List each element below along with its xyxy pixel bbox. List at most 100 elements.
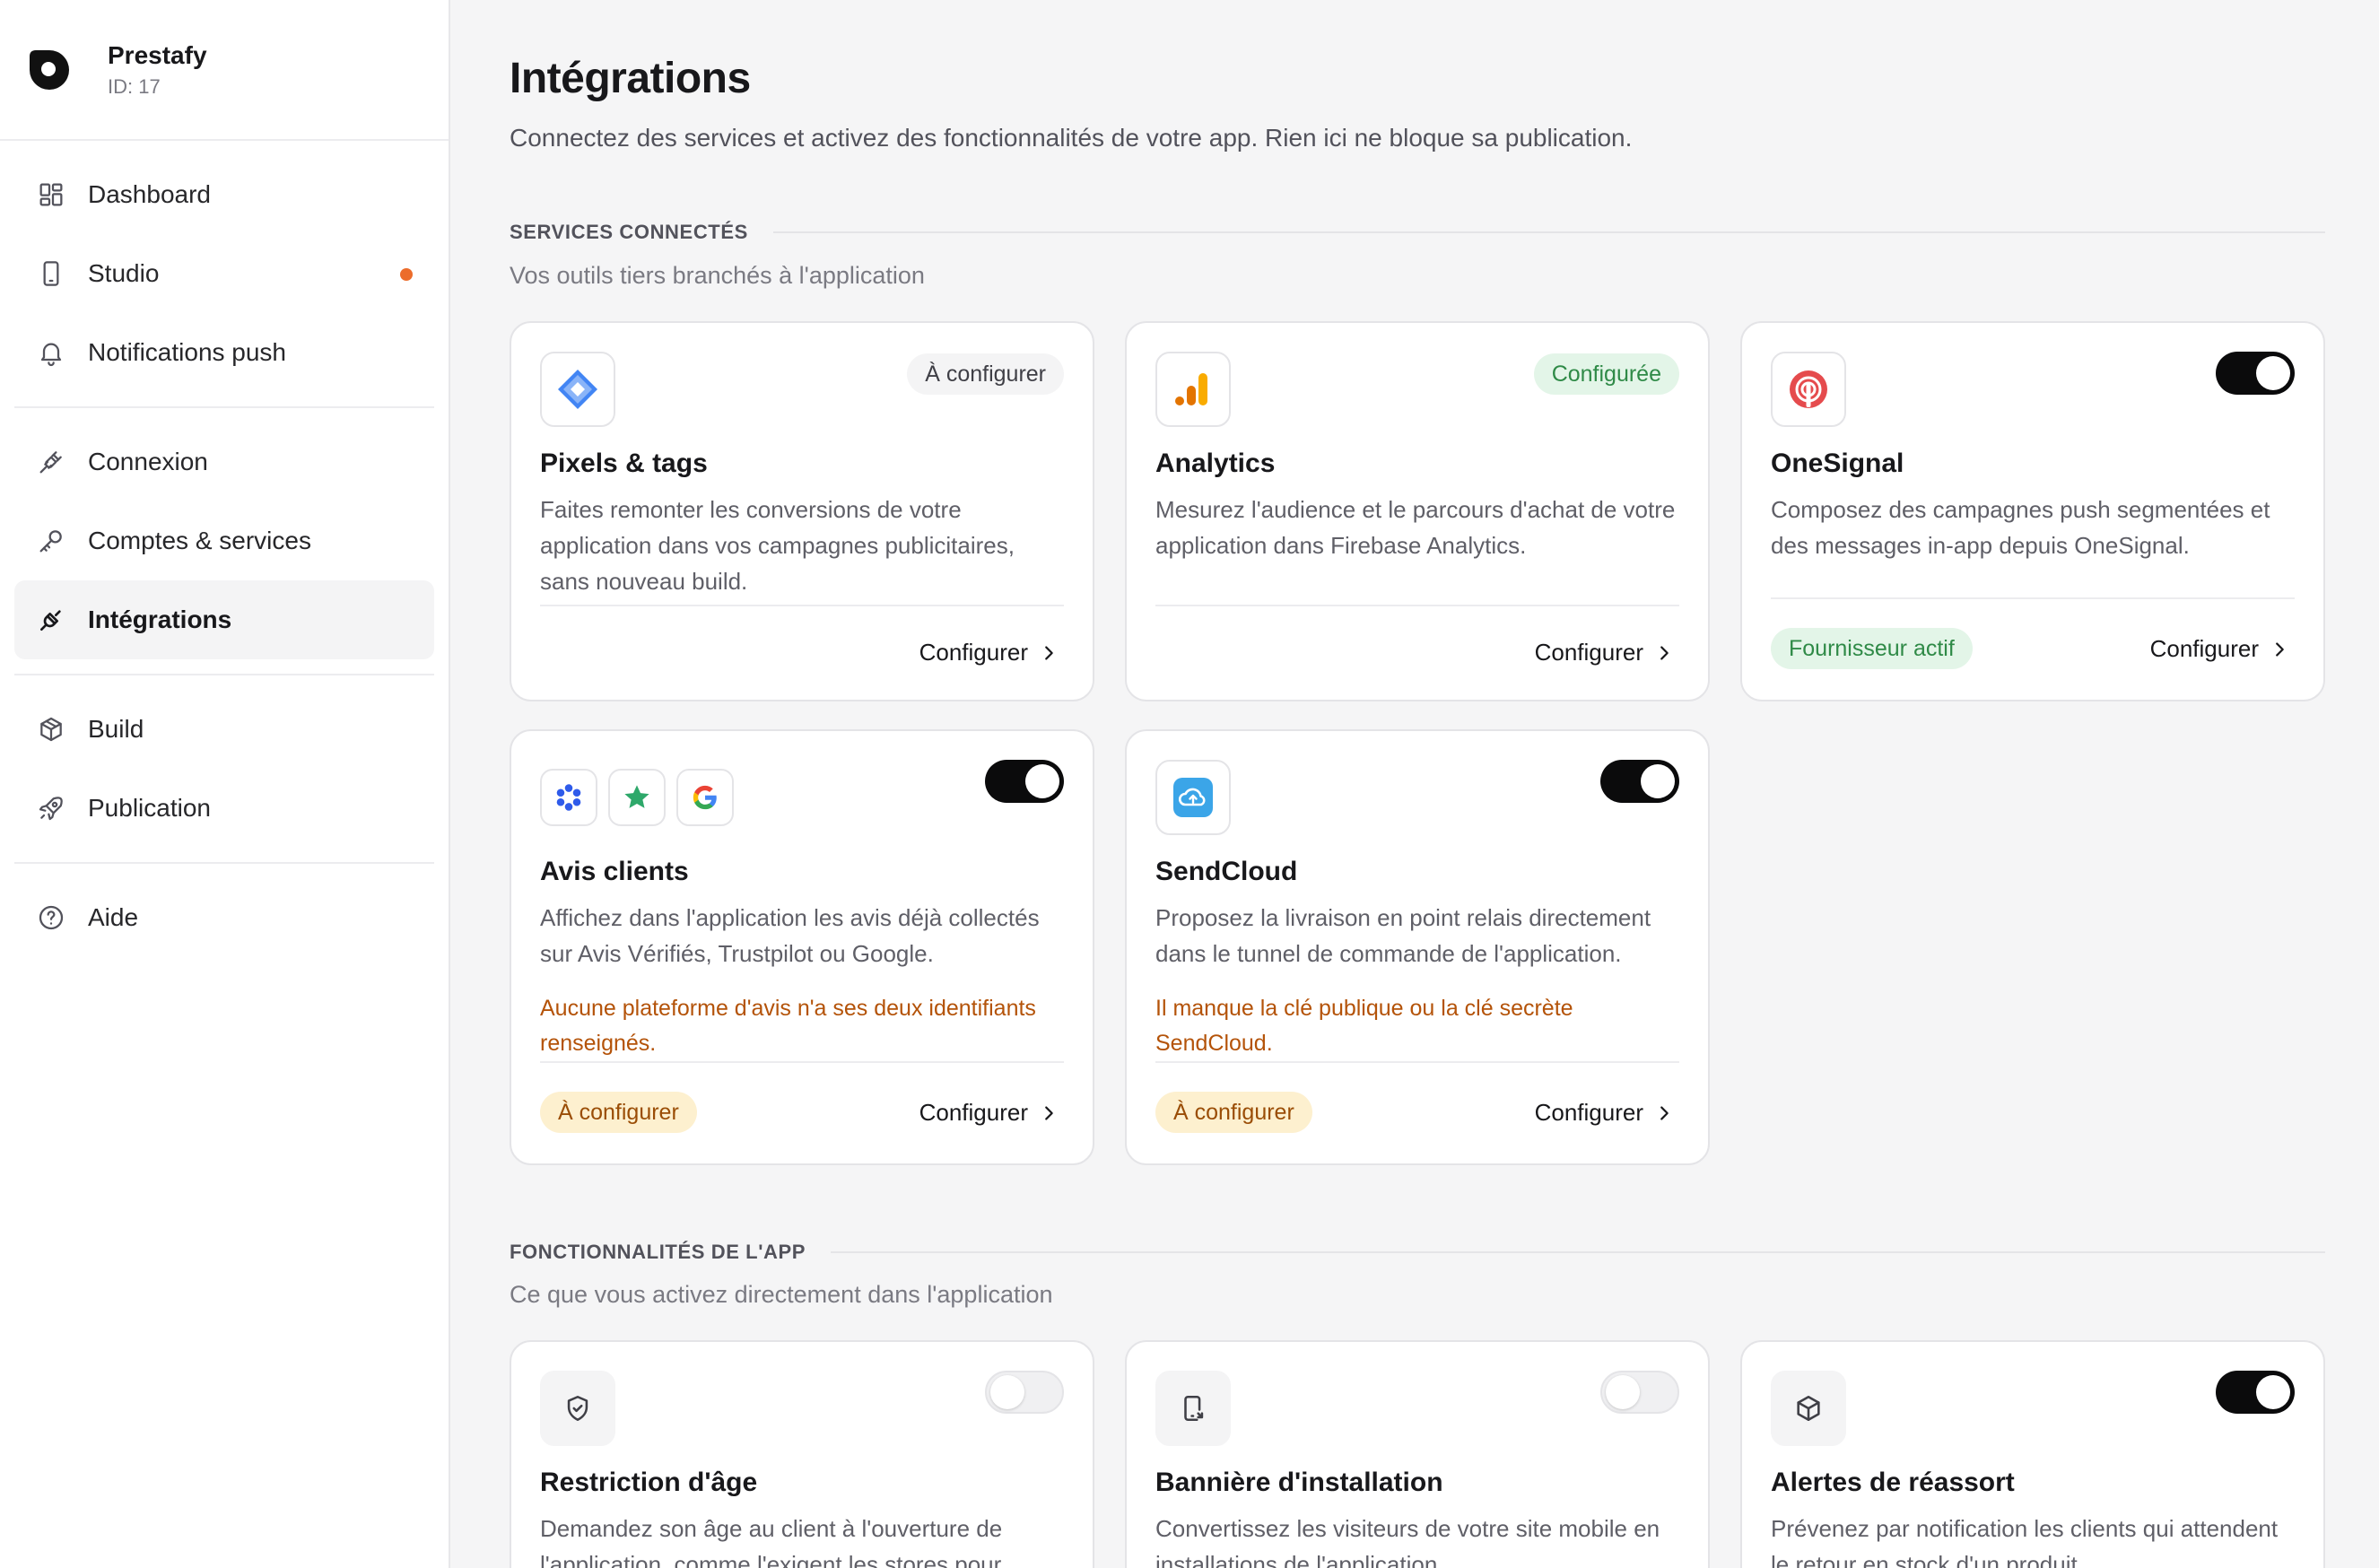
sidebar-item-studio[interactable]: Studio [14, 234, 434, 313]
card-analytics: Configurée Analytics Mesurez l'audience … [1125, 321, 1710, 701]
box-icon [36, 714, 66, 745]
configure-button[interactable]: Configurer [919, 1099, 1059, 1127]
sidebar-item-label: Connexion [88, 448, 208, 475]
sidebar-item-publication[interactable]: Publication [14, 769, 434, 848]
card-description: Composez des campagnes push segmentées e… [1771, 496, 2270, 559]
card-description: Affichez dans l'application les avis déj… [540, 904, 1040, 967]
card-description: Proposez la livraison en point relais di… [1155, 904, 1651, 967]
page-title: Intégrations [510, 55, 751, 102]
sidebar-item-label: Build [88, 715, 144, 743]
restock-alerts-toggle[interactable] [2216, 1371, 2295, 1414]
sidebar-item-dashboard[interactable]: Dashboard [14, 155, 434, 234]
configure-label: Configurer [1534, 1099, 1643, 1126]
avis-verifies-icon [540, 769, 597, 826]
chevron-right-icon [1660, 645, 1669, 660]
card-divider [540, 1061, 1064, 1063]
phone-download-icon [1155, 1371, 1231, 1446]
onesignal-toggle[interactable] [2216, 352, 2295, 395]
key-icon [36, 526, 66, 556]
firebase-analytics-icon [1155, 352, 1231, 427]
plug-connected-icon [36, 605, 66, 635]
card-description: Demandez son âge au client à l'ouverture… [540, 1515, 1003, 1568]
configure-button[interactable]: Configurer [919, 639, 1059, 666]
sidebar-item-integrations[interactable]: Intégrations [14, 580, 434, 659]
provider-badge: Fournisseur actif [1771, 628, 1973, 669]
help-circle-icon [36, 902, 66, 933]
plug-icon [36, 447, 66, 477]
toggle-knob [1025, 764, 1059, 798]
sidebar-item-accounts[interactable]: Comptes & services [14, 501, 434, 580]
sidebar: Prestafy ID: 17 Dashboard Studio Notific… [0, 0, 450, 1568]
sidebar-item-build[interactable]: Build [14, 690, 434, 769]
review-platform-icons [540, 769, 734, 826]
onesignal-icon [1771, 352, 1846, 427]
configure-button[interactable]: Configurer [2150, 635, 2289, 663]
sidebar-item-label: Dashboard [88, 180, 211, 208]
card-title: SendCloud [1155, 857, 1298, 886]
bell-icon [36, 337, 66, 368]
brand-header[interactable]: Prestafy ID: 17 [0, 0, 449, 141]
dashboard-icon [36, 179, 66, 210]
install-banner-toggle[interactable] [1600, 1371, 1679, 1414]
toggle-knob [1606, 1375, 1640, 1409]
google-icon [676, 769, 734, 826]
features-section-header: FONCTIONNALITÉS DE L'APP [510, 1241, 2325, 1264]
configure-label: Configurer [919, 639, 1028, 666]
warning-message: Aucune plateforme d'avis n'a ses deux id… [540, 996, 1036, 1056]
shield-check-icon [540, 1371, 615, 1446]
section-divider [772, 231, 2325, 233]
card-divider [1155, 1061, 1679, 1063]
card-divider [540, 605, 1064, 606]
trustpilot-star-icon [608, 769, 666, 826]
status-badge: À configurer [1155, 1092, 1312, 1133]
card-title: Pixels & tags [540, 449, 708, 478]
card-title: Avis clients [540, 857, 689, 886]
card-install-banner: Bannière d'installation Convertissez les… [1125, 1340, 1710, 1568]
card-avis-clients: Avis clients Affichez dans l'application… [510, 729, 1094, 1165]
brand-id: ID: 17 [108, 74, 161, 98]
card-title: Alertes de réassort [1771, 1468, 2015, 1497]
card-title: Analytics [1155, 449, 1276, 478]
configure-button[interactable]: Configurer [1535, 639, 1674, 666]
sidebar-item-label: Studio [88, 259, 160, 287]
tag-manager-icon [540, 352, 615, 427]
card-sendcloud: SendCloud Proposez la livraison en point… [1125, 729, 1710, 1165]
card-age-restriction: Restriction d'âge Demandez son âge au cl… [510, 1340, 1094, 1568]
page-subtitle: Connectez des services et activez des fo… [510, 124, 1633, 152]
sidebar-item-help[interactable]: Aide [14, 878, 434, 957]
smartphone-icon [36, 258, 66, 289]
services-section-header: SERVICES CONNECTÉS [510, 221, 2325, 244]
card-description: Mesurez l'audience et le parcours d'acha… [1155, 496, 1676, 559]
sidebar-item-connexion[interactable]: Connexion [14, 422, 434, 501]
section-divider [831, 1251, 2325, 1253]
section-title: FONCTIONNALITÉS DE L'APP [510, 1241, 806, 1263]
rocket-icon [36, 793, 66, 823]
card-description: Faites remonter les conversions de votre… [540, 496, 1015, 595]
configure-label: Configurer [919, 1099, 1028, 1126]
status-badge: Configurée [1533, 353, 1679, 395]
brand-logo-icon [30, 49, 69, 90]
configure-button[interactable]: Configurer [1535, 1099, 1674, 1127]
chevron-right-icon [2276, 641, 2284, 657]
toggle-knob [2256, 356, 2290, 390]
chevron-right-icon [1045, 645, 1053, 660]
warning-message: Il manque la clé publique ou la clé secr… [1155, 996, 1573, 1056]
card-title: Bannière d'installation [1155, 1468, 1443, 1497]
sidebar-item-label: Comptes & services [88, 527, 311, 554]
toggle-knob [1641, 764, 1675, 798]
avis-clients-toggle[interactable] [985, 760, 1064, 803]
section-title: SERVICES CONNECTÉS [510, 221, 748, 243]
sidebar-item-label: Notifications push [88, 338, 287, 366]
age-restriction-toggle[interactable] [985, 1371, 1064, 1414]
card-divider [1155, 605, 1679, 606]
sidebar-item-push[interactable]: Notifications push [14, 313, 434, 392]
sendcloud-toggle[interactable] [1600, 760, 1679, 803]
chevron-right-icon [1660, 1105, 1669, 1120]
package-icon [1771, 1371, 1846, 1446]
card-onesignal: OneSignal Composez des campagnes push se… [1740, 321, 2325, 701]
card-title: OneSignal [1771, 449, 1904, 478]
sidebar-item-label: Aide [88, 903, 139, 931]
card-description: Prévenez par notification les clients qu… [1771, 1515, 2279, 1568]
section-subtitle: Vos outils tiers branchés à l'applicatio… [510, 262, 925, 289]
sidebar-item-label: Intégrations [88, 605, 232, 633]
